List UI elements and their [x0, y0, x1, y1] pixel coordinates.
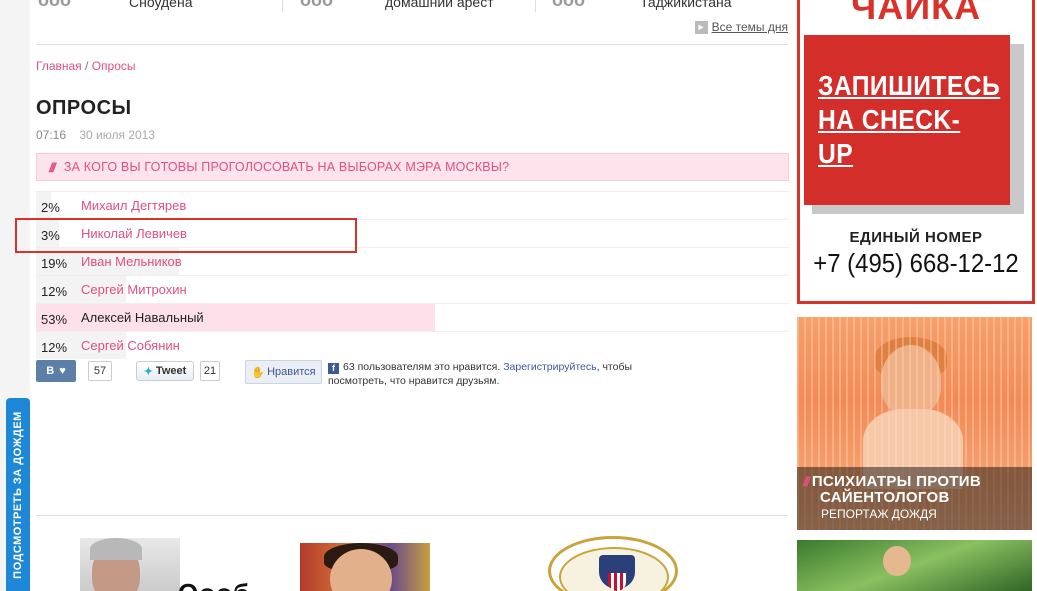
poll-candidate-name[interactable]: Николай Левичев	[81, 226, 187, 241]
article-meta: 07:16 30 июля 2013	[36, 128, 155, 142]
breadcrumb: Главная / Опросы	[36, 59, 136, 73]
ad-cta-line1: ЗАПИШИТЕСЬ	[818, 70, 1001, 101]
poll-question: /// ЗА КОГО ВЫ ГОТОВЫ ПРОГОЛОСОВАТЬ НА В…	[36, 153, 789, 181]
poll-option-row: 12% Сергей Собянин	[36, 331, 789, 359]
twitter-bird-icon: ✦	[143, 365, 153, 378]
breadcrumb-current[interactable]: Опросы	[92, 59, 136, 73]
promo-title: ///ПСИХИАТРЫ ПРОТИВ САЙЕНТОЛОГОВ	[803, 474, 981, 506]
facebook-like-button[interactable]: ✋ Нравится	[245, 360, 322, 384]
vk-icon: В	[46, 365, 55, 377]
poll-option-row: 53% Алексей Навальный	[36, 303, 789, 331]
heart-icon: ♥	[59, 365, 66, 377]
divider	[36, 44, 788, 45]
top-news-strip: ооо Сноудена ооо домашний арест ооо Тадж…	[30, 0, 796, 14]
breadcrumb-home[interactable]: Главная	[36, 59, 82, 73]
news-number: ооо	[38, 0, 71, 10]
seal-inner-ring	[559, 547, 669, 591]
portrait-hair	[90, 538, 142, 560]
publish-time: 07:16	[36, 128, 67, 142]
promo-park-photo[interactable]	[797, 540, 1032, 591]
vk-count: 57	[88, 361, 112, 381]
promo-person-face	[883, 546, 911, 576]
side-tab-watch-dozhd[interactable]: ПОДСМОТРЕТЬ ЗА ДОЖДЕМ	[6, 398, 30, 591]
news-item[interactable]: Сноудена	[129, 0, 192, 10]
thumbs-up-icon: ✋	[251, 366, 266, 379]
eagle-emblem-icon	[599, 555, 635, 591]
arrow-right-icon: ►	[694, 20, 708, 34]
poll-results: 2% Михаил Дегтярев 3% Николай Левичев 19% Ива…	[36, 191, 789, 359]
poll-candidate-name[interactable]: Михаил Дегтярев	[81, 198, 186, 213]
divider	[36, 515, 788, 516]
all-topics-label[interactable]: Все темы дня	[712, 20, 788, 34]
poll-candidate-name[interactable]: Иван Мельников	[81, 254, 182, 269]
related-thumb-man[interactable]	[300, 543, 430, 591]
news-item[interactable]: Таджикистана	[640, 0, 732, 10]
promo-title-line1: ПСИХИАТРЫ ПРОТИВ	[811, 473, 981, 490]
poll-percent: 12%	[41, 284, 68, 299]
facebook-social-text: f 63 пользователям это нравится. Зарегист…	[328, 360, 668, 388]
ad-phone-label: ЕДИНЫЙ НОМЕР	[849, 229, 983, 246]
vk-like-button[interactable]: В ♥	[36, 360, 76, 382]
news-number: ооо	[552, 0, 585, 10]
facebook-icon: f	[328, 363, 339, 374]
poll-percent: 19%	[41, 256, 68, 271]
poll-percent: 12%	[41, 340, 68, 355]
us-seal-image[interactable]	[548, 536, 678, 591]
fb-likes-text: 63 пользователям это нравится.	[343, 361, 501, 373]
poll-candidate-name[interactable]: Сергей Собянин	[81, 338, 180, 353]
fb-register-link[interactable]: Зарегистрируйтесь	[503, 361, 596, 373]
poll-candidate-name: Алексей Навальный	[81, 310, 204, 325]
tweet-count: 21	[200, 361, 220, 381]
poll-percent: 53%	[41, 312, 68, 327]
promo-title-line2: САЙЕНТОЛОГОВ	[820, 489, 950, 506]
ad-phone-number: +7 (495) 668-12-12	[813, 248, 1019, 278]
poll-question-text: ЗА КОГО ВЫ ГОТОВЫ ПРОГОЛОСОВАТЬ НА ВЫБОР…	[63, 160, 510, 174]
poll-percent: 2%	[41, 200, 60, 215]
ad-brand: ЧАЙКА	[850, 0, 982, 27]
side-tab-label: ПОДСМОТРЕТЬ ЗА ДОЖДЕМ	[12, 410, 25, 579]
related-thumb-portrait[interactable]	[80, 538, 180, 591]
poll-option-row: 2% Михаил Дегтярев	[36, 191, 789, 219]
ad-cta-line2: НА CHECK-UP	[818, 104, 961, 169]
poll-percent: 3%	[41, 228, 60, 243]
poll-candidate-name[interactable]: Сергей Митрохин	[81, 282, 187, 297]
tweet-label: Tweet	[155, 365, 187, 377]
related-thumb-caption: Оооб	[178, 578, 250, 591]
slashes-icon: ///	[49, 159, 56, 175]
page-title: ОПРОСЫ	[36, 97, 132, 119]
news-item[interactable]: домашний арест	[385, 0, 494, 10]
tweet-button[interactable]: ✦ Tweet	[136, 361, 194, 381]
publish-date: 30 июля 2013	[79, 128, 156, 142]
poll-option-row: 3% Николай Левичев	[36, 219, 789, 247]
news-number: ооо	[300, 0, 333, 10]
social-share-bar: В ♥ 57 ✦ Tweet 21 ✋ Нравится f 63 пользов…	[36, 360, 736, 390]
right-sidebar: ЧАЙКА ЗАПИШИТЕСЬ НА CHECK-UP ЕДИНЫЙ НОМЕ…	[797, 0, 1037, 591]
all-topics-link[interactable]: ► Все темы дня	[694, 20, 788, 34]
news-divider	[282, 0, 283, 12]
promo-psychiatrists-report[interactable]: ///ПСИХИАТРЫ ПРОТИВ САЙЕНТОЛОГОВ РЕПОРТА…	[797, 317, 1032, 530]
breadcrumb-separator: /	[85, 59, 89, 73]
main-content: ооо Сноудена ооо домашний арест ооо Тадж…	[30, 0, 796, 591]
slashes-icon: ///	[803, 474, 810, 489]
poll-option-row: 12% Сергей Митрохин	[36, 275, 789, 303]
ad-chaika-clinic[interactable]: ЧАЙКА ЗАПИШИТЕСЬ НА CHECK-UP ЕДИНЫЙ НОМЕ…	[797, 0, 1035, 304]
ad-cta-card[interactable]: ЗАПИШИТЕСЬ НА CHECK-UP	[804, 35, 1010, 205]
fb-like-label: Нравится	[267, 366, 316, 378]
news-divider	[535, 0, 536, 12]
poll-option-row: 19% Иван Мельников	[36, 247, 789, 275]
promo-subtitle: РЕПОРТАЖ ДОЖДЯ	[821, 507, 937, 521]
